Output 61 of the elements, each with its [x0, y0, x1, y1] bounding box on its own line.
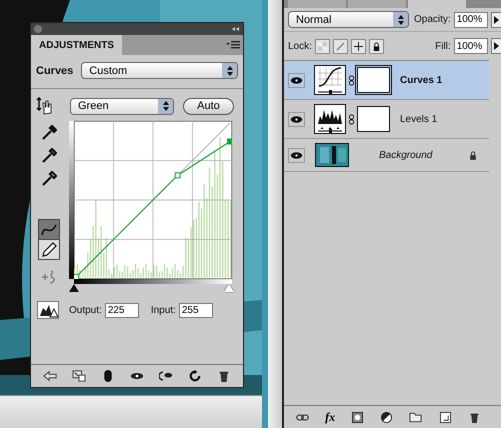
lock-all-icon[interactable] — [368, 38, 384, 54]
layer-name[interactable]: Levels 1 — [400, 114, 438, 124]
curve-tool-button[interactable] — [38, 219, 60, 240]
resize-icon[interactable] — [72, 370, 86, 382]
eye-icon[interactable] — [288, 72, 305, 88]
view-previous-icon[interactable] — [159, 370, 174, 382]
layer-name[interactable]: Curves 1 — [400, 74, 442, 86]
fill-label: Fill: — [435, 40, 451, 52]
trash-icon[interactable] — [217, 370, 232, 382]
back-arrow-icon[interactable] — [42, 370, 57, 382]
trash-icon[interactable] — [468, 412, 481, 422]
control-point[interactable] — [227, 138, 232, 144]
clipping-warning-icon[interactable] — [37, 301, 59, 319]
layer-style-button[interactable]: fx — [325, 410, 336, 424]
new-layer-icon[interactable] — [438, 412, 452, 422]
link-layers-icon[interactable] — [296, 412, 310, 422]
fill-field[interactable]: 100% — [454, 38, 488, 54]
link-icon[interactable] — [349, 74, 354, 86]
eye-icon[interactable] — [288, 148, 305, 162]
output-label: Output: — [69, 304, 102, 316]
lock-label: Lock: — [288, 40, 312, 52]
collapse-icon[interactable] — [232, 27, 240, 31]
eye-icon[interactable] — [288, 112, 305, 126]
add-mask-icon[interactable] — [351, 412, 364, 422]
triangle-icon — [494, 16, 500, 24]
control-point[interactable] — [174, 172, 181, 178]
layer-row[interactable]: Curves 1 — [284, 61, 489, 100]
triangle-icon — [494, 42, 500, 50]
opacity-label: Opacity: — [414, 14, 451, 25]
preset-dropdown[interactable]: Custom — [81, 62, 238, 79]
adjustment-layer-icon[interactable] — [380, 412, 394, 422]
layer-mask-thumbnail[interactable] — [357, 106, 390, 132]
smooth-icon[interactable] — [41, 269, 57, 285]
auto-button[interactable]: Auto — [183, 98, 234, 114]
curve-graph[interactable] — [74, 121, 232, 279]
layer-mask-thumbnail[interactable] — [357, 67, 390, 93]
link-icon[interactable] — [349, 114, 354, 124]
eye-icon[interactable] — [130, 370, 144, 382]
folder-icon[interactable] — [409, 412, 422, 422]
lock-transparency-icon[interactable] — [314, 38, 330, 54]
fill-arrow-button[interactable] — [490, 38, 501, 54]
pencil-tool-button[interactable] — [38, 239, 60, 260]
output-field[interactable]: 225 — [104, 302, 139, 318]
preset-label: Curves — [36, 64, 74, 76]
stepper-arrows-icon — [398, 14, 404, 24]
hand-icon[interactable] — [36, 97, 54, 115]
stepper-arrows-icon — [162, 101, 168, 111]
channel-dropdown[interactable]: Green — [70, 98, 174, 114]
curves-thumbnail-icon — [314, 65, 346, 95]
opacity-arrow-button[interactable] — [490, 12, 501, 28]
blend-mode-dropdown[interactable]: Normal — [288, 11, 409, 28]
stepper-arrows-icon — [226, 66, 232, 76]
menu-icon[interactable] — [226, 41, 240, 49]
opacity-field[interactable]: 100% — [454, 12, 488, 28]
adjustments-tab[interactable]: ADJUSTMENTS — [31, 35, 122, 55]
reset-icon[interactable] — [188, 370, 202, 382]
layer-name[interactable]: Background — [379, 150, 432, 160]
lock-move-icon[interactable] — [350, 38, 366, 54]
levels-thumbnail-icon — [314, 104, 346, 134]
input-label: Input: — [150, 304, 176, 316]
input-field[interactable]: 255 — [178, 302, 213, 318]
